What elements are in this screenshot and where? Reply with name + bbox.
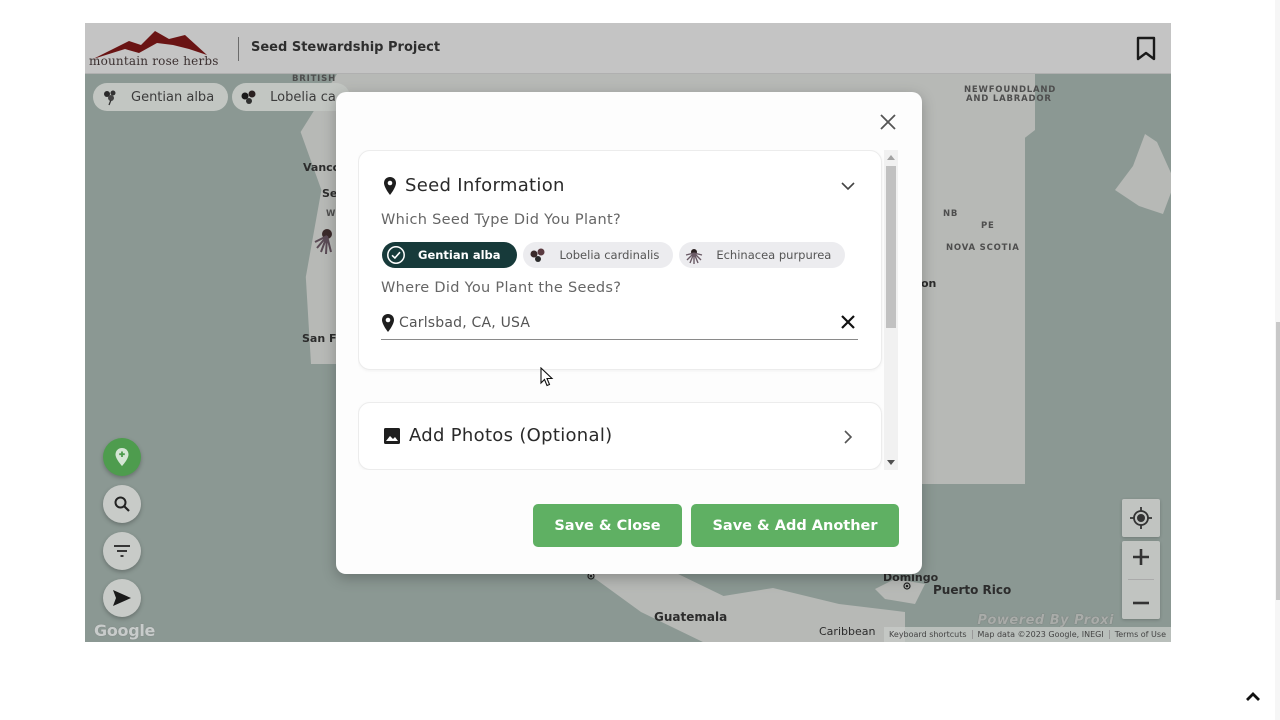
map-data-text: Map data ©2023 Google, INEGI [971, 630, 1109, 639]
seed-type-options: Gentian alba Lobelia cardinalis Echinace… [382, 242, 846, 268]
map-chip-gentian-alba[interactable]: Gentian alba [93, 83, 229, 111]
my-location-button[interactable] [1122, 499, 1160, 537]
chevron-down-icon[interactable] [839, 177, 857, 195]
add-location-button[interactable] [103, 438, 141, 476]
map-attribution: Keyboard shortcuts Map data ©2023 Google… [884, 627, 1171, 642]
header-divider [238, 37, 239, 61]
scrollbar-thumb[interactable] [886, 166, 896, 328]
location-pin-icon [384, 176, 396, 195]
map-label-puerto-rico: Puerto Rico [933, 583, 1012, 597]
add-photos-header[interactable]: Add Photos (Optional) [383, 425, 612, 446]
mouse-cursor-icon [540, 367, 554, 387]
app-header: mountain rose herbs Seed Stewardship Pro… [85, 23, 1171, 74]
search-button[interactable] [103, 485, 141, 523]
seed-type-label: Which Seed Type Did You Plant? [381, 212, 621, 228]
close-icon[interactable] [878, 112, 898, 132]
project-title: Seed Stewardship Project [251, 40, 441, 55]
map-label-vancouver: Vanco [303, 161, 341, 174]
map-label-newfoundland-2: AND LABRADOR [966, 94, 1052, 104]
filter-button[interactable] [103, 532, 141, 570]
lobelia-flower-icon [530, 248, 545, 262]
species-filter-chips: Gentian alba Lobelia ca [93, 83, 350, 111]
add-photos-card[interactable]: Add Photos (Optional) [358, 402, 882, 470]
filter-icon [114, 545, 130, 557]
modal-scrollbar[interactable] [884, 150, 898, 470]
keyboard-shortcuts-link[interactable]: Keyboard shortcuts [884, 630, 971, 639]
planting-location-label: Where Did You Plant the Seeds? [381, 280, 622, 296]
location-field [381, 307, 858, 340]
page-scrollbar[interactable] [1275, 0, 1280, 720]
map-label-nb: NB [943, 209, 959, 219]
logo-text: mountain rose herbs [89, 54, 219, 68]
map-label-guatemala: Guatemala [654, 610, 728, 624]
brand-logo[interactable]: mountain rose herbs [89, 27, 231, 71]
scroll-down-arrow[interactable] [887, 460, 895, 465]
lobelia-flower-icon [241, 90, 256, 104]
seed-option-gentian-alba[interactable]: Gentian alba [382, 242, 517, 268]
save-and-add-another-button[interactable]: Save & Add Another [691, 504, 899, 547]
land-newfoundland [1115, 134, 1171, 214]
map-marker-echinacea-icon[interactable] [313, 226, 337, 256]
geolocate-control [1122, 499, 1160, 537]
map-chip-lobelia[interactable]: Lobelia ca [232, 83, 350, 111]
zoom-divider [1128, 579, 1154, 581]
add-seed-modal: Seed Information Which Seed Type Did You… [336, 92, 922, 574]
google-logo: Google [94, 621, 156, 640]
search-icon [114, 496, 130, 512]
page-scrollbar-thumb[interactable] [1276, 322, 1280, 600]
add-pin-icon [115, 448, 129, 466]
map-chip-label: Gentian alba [131, 89, 215, 105]
chevron-right-icon[interactable] [839, 428, 857, 446]
zoom-out-icon[interactable] [1131, 593, 1151, 613]
add-photos-title: Add Photos (Optional) [409, 425, 613, 446]
seed-option-label: Gentian alba [418, 248, 501, 262]
image-icon [384, 427, 400, 444]
check-circle-icon [387, 246, 405, 264]
bookmark-icon[interactable] [1135, 36, 1157, 62]
seed-option-label: Echinacea purpurea [716, 248, 832, 262]
save-and-close-button[interactable]: Save & Close [533, 504, 682, 547]
seed-information-card: Seed Information Which Seed Type Did You… [358, 150, 882, 370]
zoom-in-icon[interactable] [1131, 547, 1151, 567]
echinacea-flower-icon [686, 249, 703, 264]
modal-scroll-area: Seed Information Which Seed Type Did You… [358, 150, 898, 470]
map-action-buttons [103, 438, 141, 617]
map-label-caribbean: Caribbean [819, 625, 876, 638]
map-label-boston: on [921, 277, 937, 290]
location-pin-icon [382, 314, 394, 332]
terms-of-use-link[interactable]: Terms of Use [1108, 630, 1171, 639]
seed-option-echinacea-purpurea[interactable]: Echinacea purpurea [679, 242, 846, 268]
crosshair-location-icon [1130, 507, 1152, 529]
seed-information-header[interactable]: Seed Information [383, 175, 565, 196]
seed-option-label: Lobelia cardinalis [559, 248, 660, 262]
map-label-pe: PE [981, 221, 995, 231]
powered-by-proxi: Powered By Proxi [977, 613, 1114, 628]
map-chip-label: Lobelia ca [270, 89, 336, 105]
map-label-nova-scotia: NOVA SCOTIA [946, 243, 1020, 253]
scroll-up-arrow[interactable] [887, 155, 895, 160]
clear-location-icon[interactable] [840, 314, 856, 330]
map-label-wa: W [326, 209, 337, 219]
gentian-flower-icon [104, 90, 116, 106]
map-marker-dot-icon [903, 582, 911, 590]
seed-option-lobelia-cardinalis[interactable]: Lobelia cardinalis [522, 242, 674, 268]
location-input[interactable] [399, 315, 819, 331]
chevron-up-icon[interactable] [1244, 688, 1262, 706]
send-icon [113, 590, 131, 606]
zoom-control-box [1122, 541, 1160, 619]
navigate-button[interactable] [103, 579, 141, 617]
seed-information-title: Seed Information [405, 175, 565, 196]
zoom-control [1122, 541, 1160, 619]
